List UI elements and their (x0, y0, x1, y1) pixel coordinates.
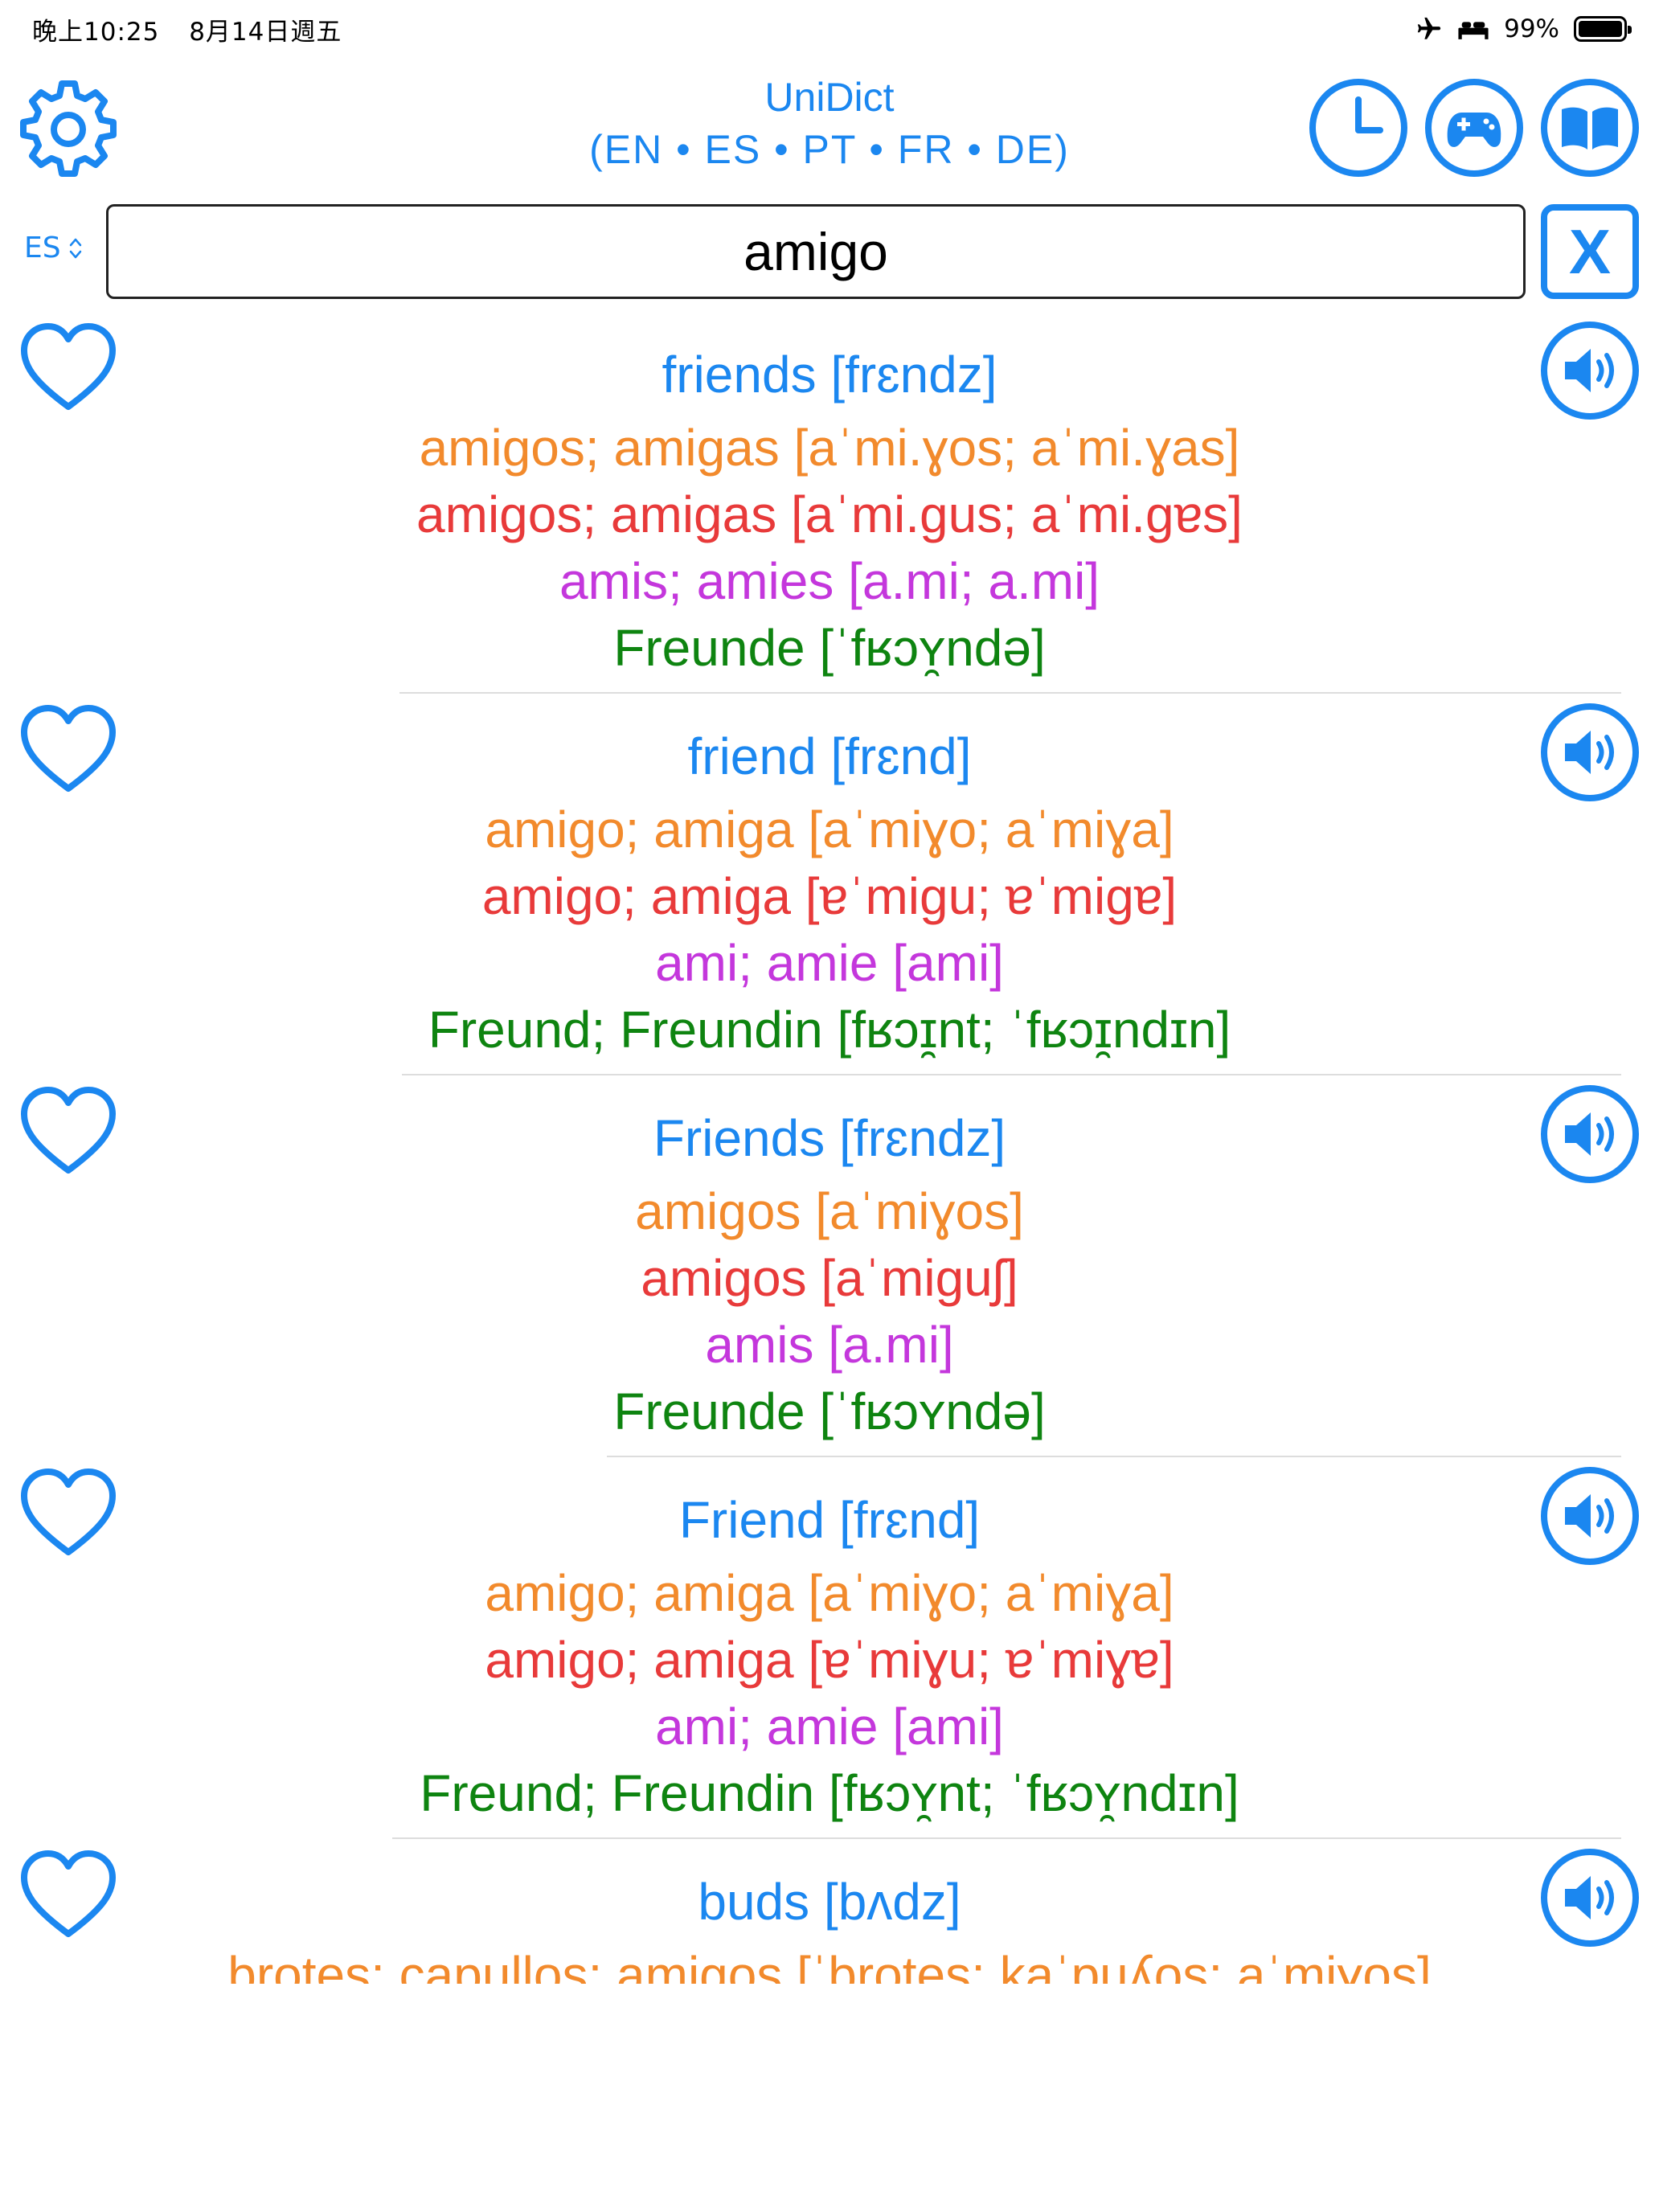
result-portuguese: amigos; amigas [aˈmi.gus; aˈmi.gɐs] (416, 485, 1243, 543)
battery-icon (1574, 16, 1632, 42)
result-french: amis [a.mi] (705, 1316, 954, 1374)
result-english: buds [bʌdz] (698, 1873, 961, 1931)
result-french: amis; amies [a.mi; a.mi] (559, 552, 1100, 610)
app-title: UniDict (764, 75, 895, 120)
status-indicators: 99% (1415, 11, 1632, 47)
result-spanish: amigos [aˈmiɣos] (635, 1182, 1024, 1240)
clear-search-button[interactable]: X (1541, 204, 1639, 299)
status-time-date: 晚上10:25 8月14日週五 (32, 11, 363, 47)
chevron-updown-icon (69, 238, 81, 258)
result-portuguese: amigo; amiga [ɐˈmigu; ɐˈmigɐ] (481, 867, 1178, 925)
list-item: friends [frɛndz] amigos; amigas [aˈmi.ɣo… (0, 312, 1659, 694)
favorite-heart-icon[interactable] (18, 702, 119, 798)
result-spanish: amigo; amiga [aˈmiɣo; aˈmiɣa] (485, 1564, 1174, 1622)
result-english: Friend [frɛnd] (678, 1491, 981, 1549)
list-item: buds [bʌdz] brotes; capullos; amigos [ˈb… (0, 1839, 1659, 1984)
favorite-heart-icon[interactable] (18, 1083, 119, 1180)
result-spanish: amigos; amigas [aˈmi.ɣos; aˈmi.ɣas] (419, 419, 1240, 477)
result-portuguese: amigo; amiga [ɐˈmiɣu; ɐˈmiɣɐ] (485, 1631, 1174, 1689)
history-clock-icon[interactable] (1308, 77, 1409, 178)
result-spanish: brotes; capullos; amigos [ˈbrotes; kaˈpu… (227, 1946, 1432, 1984)
favorite-heart-icon[interactable] (18, 1465, 119, 1562)
result-english: friend [frɛnd] (687, 727, 972, 785)
result-french: ami; amie [ami] (655, 934, 1004, 992)
app-languages: (EN • ES • PT • FR • DE) (589, 127, 1070, 172)
dictionary-book-icon[interactable] (1539, 77, 1641, 178)
favorite-heart-icon[interactable] (18, 1847, 119, 1944)
results-list[interactable]: friends [frɛndz] amigos; amigas [aˈmi.ɣo… (0, 312, 1659, 1984)
language-selector[interactable]: ES (24, 231, 84, 264)
result-french: ami; amie [ami] (655, 1698, 1004, 1755)
favorite-heart-icon[interactable] (18, 320, 119, 416)
result-english: Friends [frɛndz] (653, 1109, 1006, 1167)
status-date: 8月14日週五 (189, 18, 342, 47)
language-selector-label: ES (24, 231, 61, 264)
result-english: friends [frɛndz] (662, 346, 997, 403)
speaker-audio-icon[interactable] (1539, 320, 1641, 421)
game-controller-icon[interactable] (1423, 77, 1525, 178)
result-german: Freund; Freundin [fʁɔʏ̯nt; ˈfʁɔʏ̯ndɪn] (420, 1764, 1239, 1822)
airplane-icon (1417, 17, 1441, 39)
result-portuguese: amigos [aˈmiguʃ] (641, 1249, 1018, 1307)
speaker-audio-icon[interactable] (1539, 1083, 1641, 1185)
status-bar: 晚上10:25 8月14日週五 99% (0, 0, 1659, 59)
result-spanish: amigo; amiga [aˈmiɣo; aˈmiɣa] (485, 801, 1174, 858)
status-time: 晚上10:25 (32, 18, 160, 47)
list-item: friend [frɛnd] amigo; amiga [aˈmiɣo; aˈm… (0, 694, 1659, 1075)
settings-gear-icon[interactable] (16, 77, 121, 182)
speaker-audio-icon[interactable] (1539, 1465, 1641, 1567)
result-german: Freunde [ˈfʁɔʏndə] (613, 1382, 1046, 1440)
list-item: Friend [frɛnd] amigo; amiga [aˈmiɣo; aˈm… (0, 1457, 1659, 1839)
speaker-audio-icon[interactable] (1539, 702, 1641, 803)
list-item: Friends [frɛndz] amigos [aˈmiɣos] amigos… (0, 1075, 1659, 1457)
sleep-bed-icon (1458, 22, 1489, 39)
speaker-audio-icon[interactable] (1539, 1847, 1641, 1948)
battery-percent: 99% (1504, 14, 1559, 43)
search-input[interactable] (106, 204, 1526, 299)
result-german: Freund; Freundin [fʁɔɪ̯nt; ˈfʁɔɪ̯ndɪn] (428, 1001, 1231, 1059)
result-german: Freunde [ˈfʁɔʏ̯ndə] (613, 619, 1046, 677)
